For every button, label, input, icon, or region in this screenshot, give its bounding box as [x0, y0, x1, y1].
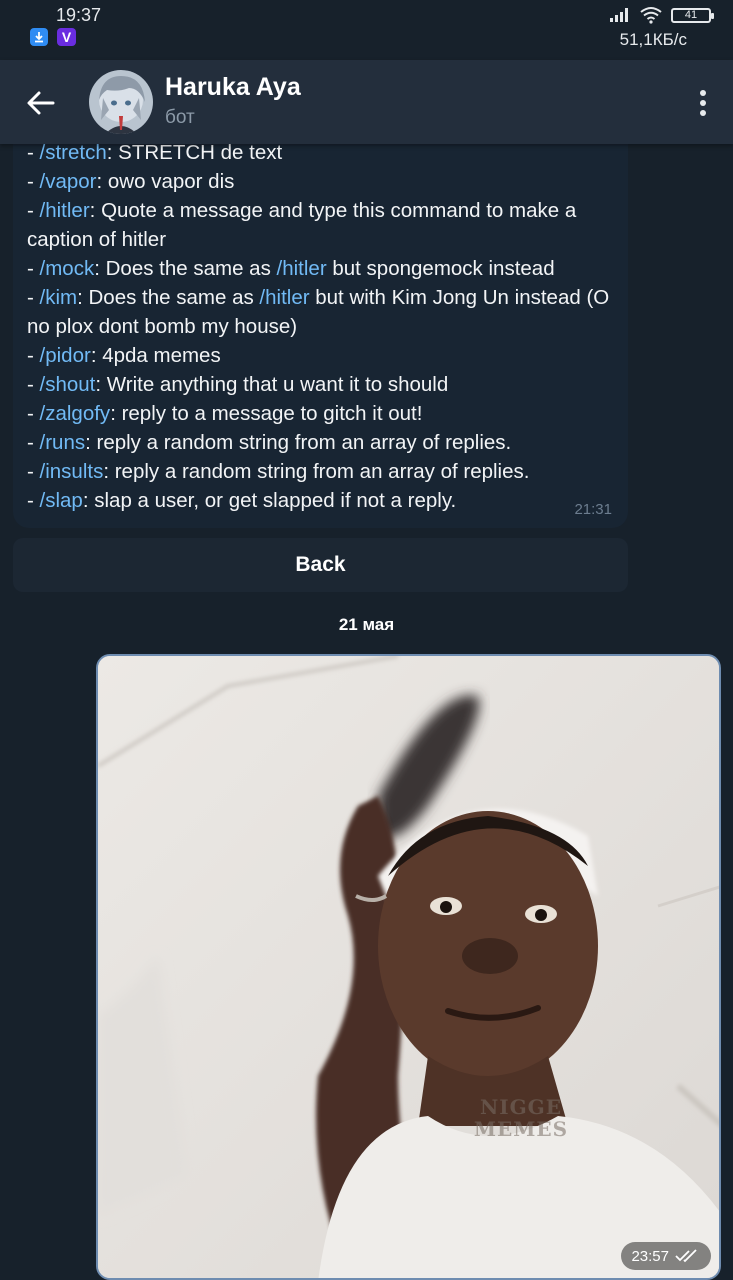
command-desc: : Write anything that u want it to shoul… — [95, 373, 449, 396]
chat-title[interactable]: Haruka Aya — [165, 73, 301, 102]
command-line: - /insults: reply a random string from a… — [27, 460, 530, 483]
command-line: - /zalgofy: reply to a message to gitch … — [27, 402, 423, 425]
wifi-icon — [640, 7, 662, 24]
avatar[interactable] — [89, 70, 153, 134]
command-link[interactable]: /hitler — [277, 257, 327, 280]
date-separator: 21 мая — [338, 615, 395, 634]
more-vertical-icon — [700, 90, 706, 96]
chat-header: Haruka Aya бот — [0, 60, 733, 144]
command-link[interactable]: /pidor — [40, 344, 91, 367]
signal-icon — [610, 8, 628, 22]
battery-level: 41 — [684, 9, 698, 21]
command-line: - /pidor: 4pda memes — [27, 344, 221, 367]
network-speed: 51,1КБ/с — [619, 30, 687, 49]
command-line: - /vapor: owo vapor dis — [27, 170, 235, 193]
command-line: - /slap: slap a user, or get slapped if … — [27, 489, 457, 512]
download-notification-icon — [30, 28, 48, 46]
command-list: - /stretch: STRETCH de text - /vapor: ow… — [27, 138, 627, 515]
command-link[interactable]: /hitler — [40, 199, 90, 222]
command-link[interactable]: /hitler — [259, 286, 309, 309]
more-menu-button[interactable] — [695, 86, 711, 120]
command-link[interactable]: /stretch — [40, 141, 107, 164]
status-time: 19:37 — [56, 5, 102, 25]
battery-icon: 41 — [671, 7, 714, 23]
command-desc: : Does the same as — [77, 286, 260, 309]
photo-message[interactable]: NIGGE MEMES NIGGE MEMES 23:57 — [96, 654, 721, 1280]
command-line: - /shout: Write anything that u want it … — [27, 373, 449, 396]
watermark-text: NIGGE MEMES — [473, 1095, 569, 1141]
command-desc: but spongemock instead — [326, 257, 555, 280]
status-icons: 41 — [609, 6, 714, 24]
meme-photo — [98, 656, 719, 1278]
command-link[interactable]: /runs — [40, 431, 86, 454]
chat-subtitle: бот — [165, 107, 195, 128]
back-button[interactable] — [24, 86, 58, 120]
status-bar: 19:37 V 41 51,1КБ/с — [0, 0, 733, 60]
command-link[interactable]: /slap — [40, 489, 83, 512]
arrow-left-icon — [27, 91, 55, 115]
command-desc: : 4pda memes — [90, 344, 221, 367]
command-desc: : reply to a message to gitch it out! — [110, 402, 423, 425]
command-link[interactable]: /vapor — [40, 170, 97, 193]
photo-time-badge: 23:57 — [621, 1242, 711, 1270]
double-check-icon — [675, 1249, 697, 1263]
command-desc: : STRETCH de text — [106, 141, 283, 164]
command-desc: : Quote a message and type this command … — [27, 199, 577, 251]
command-link[interactable]: /mock — [40, 257, 95, 280]
command-link[interactable]: /kim — [40, 286, 78, 309]
command-desc: : owo vapor dis — [96, 170, 235, 193]
command-line: - /mock: Does the same as /hitler but sp… — [27, 257, 555, 280]
command-link[interactable]: /insults — [40, 460, 104, 483]
command-link[interactable]: /shout — [40, 373, 96, 396]
command-line: - /runs: reply a random string from an a… — [27, 431, 512, 454]
back-keyboard-button[interactable]: Back — [13, 538, 628, 592]
command-desc: : reply a random string from an array of… — [103, 460, 530, 483]
command-desc: : reply a random string from an array of… — [85, 431, 512, 454]
command-desc: : slap a user, or get slapped if not a r… — [82, 489, 457, 512]
command-line: - /hitler: Quote a message and type this… — [27, 199, 577, 251]
photo-time: 23:57 — [631, 1247, 669, 1265]
viber-notification-icon: V — [57, 28, 76, 46]
command-link[interactable]: /zalgofy — [40, 402, 111, 425]
message-bubble[interactable]: - /stretch: STRETCH de text - /vapor: ow… — [13, 110, 628, 528]
command-desc: : Does the same as — [94, 257, 277, 280]
command-line: - /kim: Does the same as /hitler but wit… — [27, 286, 610, 338]
message-time: 21:31 — [574, 501, 612, 518]
